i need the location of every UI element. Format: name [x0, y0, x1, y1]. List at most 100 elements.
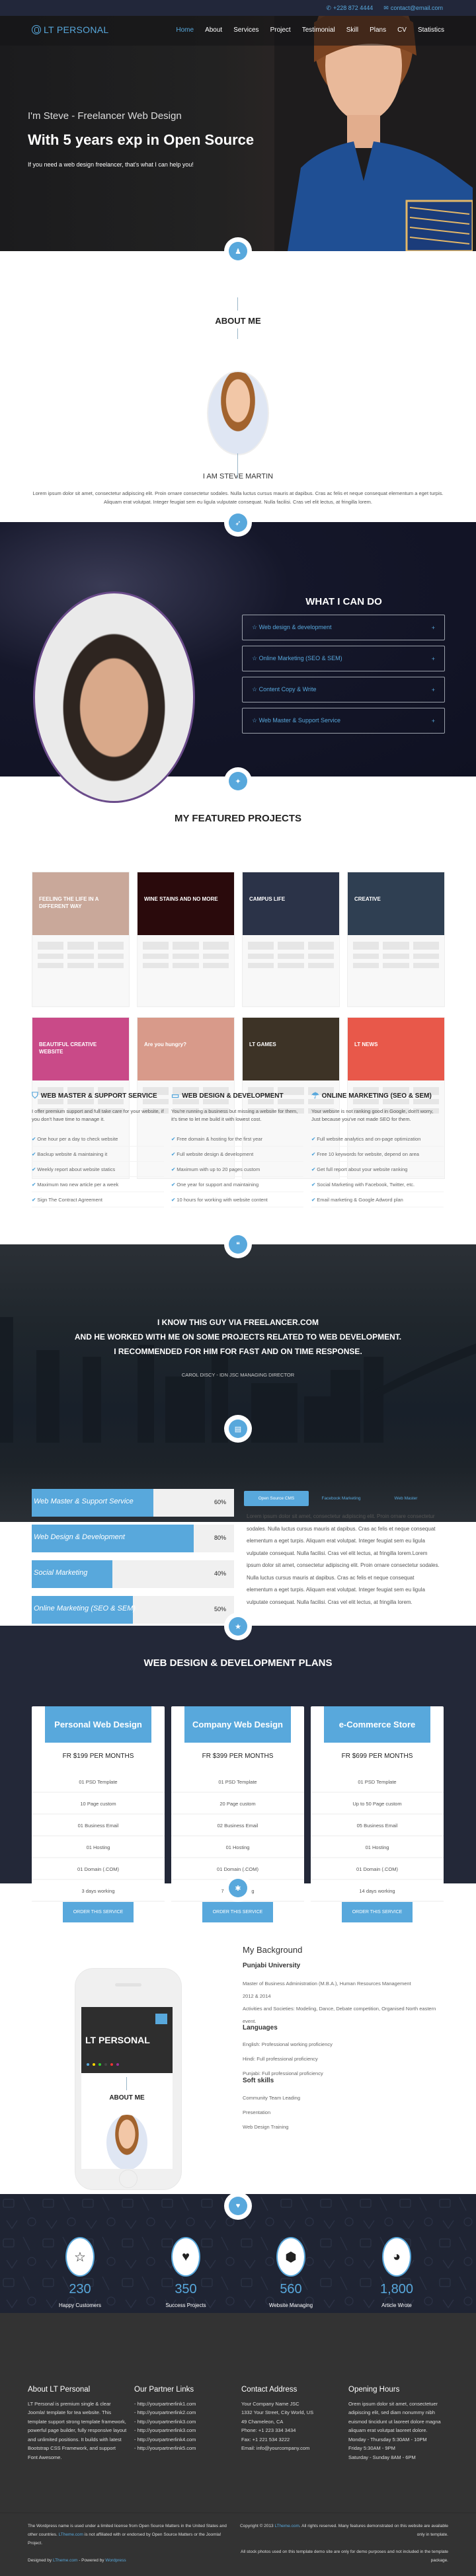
topbar-phone[interactable]: ✆ +228 872 4444	[326, 5, 373, 12]
project-card[interactable]: CREATIVE	[347, 872, 445, 1007]
nav-item-plans[interactable]: Plans	[370, 26, 386, 34]
stat-label: Website Managing	[268, 2302, 313, 2308]
skill-label: Social Marketing	[34, 1569, 88, 1577]
lightbulb-icon: ✦	[229, 772, 247, 790]
section-divider-testimonial[interactable]: ❝	[224, 1231, 252, 1258]
contact-line: 1332 Your Street, City World, US	[241, 2409, 314, 2415]
service-feature: ✔ 10 hours for working with website conte…	[171, 1192, 303, 1207]
contact-line: Email: info@yourcompany.com	[241, 2445, 310, 2451]
skill-bar: Social Marketing 40%	[32, 1560, 234, 1588]
plan-price: FR $199 PER MONTHS	[62, 1753, 134, 1760]
stat-item: ♥ 350 Success Projects	[133, 2237, 239, 2308]
preview-block	[38, 963, 64, 968]
contact-line: Your Company Name JSC	[241, 2400, 299, 2407]
nav-item-testimonial[interactable]: Testimonial	[302, 26, 335, 34]
section-divider-stats[interactable]: ♥	[224, 2192, 252, 2220]
order-button[interactable]: ORDER THIS SERVICE	[342, 1902, 413, 1922]
check-icon: ✔	[32, 1166, 36, 1172]
section-divider-skills[interactable]: ▤	[224, 1415, 252, 1443]
testimonial-quote: I KNOW THIS GUY VIA FREELANCER.COM AND H…	[74, 1318, 402, 1356]
feature-text: Social Marketing with Facebook, Twitter,…	[317, 1182, 415, 1188]
preview-block	[97, 963, 124, 968]
wordpress-link[interactable]: Wordpress	[105, 2558, 126, 2563]
service-title: ☂ ONLINE MARKETING (SEO & SEM)	[311, 1090, 444, 1101]
section-divider-plans[interactable]: ★	[224, 1612, 252, 1640]
feature-text: Sign The Contract Agreement	[37, 1197, 102, 1203]
preview-block	[202, 954, 229, 959]
nav-item-services[interactable]: Services	[233, 26, 258, 34]
plans-title: WEB DESIGN & DEVELOPMENT PLANS	[143, 1657, 333, 1669]
plus-icon[interactable]: +	[432, 625, 435, 631]
testimonial-section: I KNOW THIS GUY VIA FREELANCER.COM AND H…	[0, 1244, 476, 1522]
service-feature: ✔ Email marketing & Google Adword plan	[311, 1192, 444, 1207]
tab-web-master[interactable]: Web Master	[374, 1491, 438, 1506]
nav-item-about[interactable]: About	[205, 26, 222, 34]
section-divider-about[interactable]: ♟	[224, 237, 252, 265]
hero-title: With 5 years exp in Open Source	[28, 132, 255, 148]
order-button[interactable]: ORDER THIS SERVICE	[63, 1902, 134, 1922]
service-feature: ✔ Get full report about your website rank…	[311, 1162, 444, 1177]
tab-facebook-marketing[interactable]: Facebook Marketing	[309, 1491, 374, 1506]
section-divider-cv[interactable]: ✱	[224, 1874, 252, 1902]
partner-link[interactable]: - http://yourpartnerlink3.com	[134, 2426, 233, 2435]
order-button[interactable]: ORDER THIS SERVICE	[202, 1902, 273, 1922]
preview-block	[353, 954, 379, 959]
nav-item-cv[interactable]: CV	[397, 26, 407, 34]
star-outline-icon: ☆	[252, 624, 259, 630]
preview-block	[38, 954, 64, 959]
skill-percent: 60%	[214, 1499, 226, 1505]
what-i-can-do-title: WHAT I CAN DO	[305, 596, 382, 607]
check-icon: ✔	[311, 1197, 316, 1203]
nav-item-home[interactable]: Home	[176, 26, 194, 34]
partner-link[interactable]: - http://yourpartnerlink3.com	[134, 2417, 233, 2427]
service-feature: ✔ One hour per a day to check website	[32, 1131, 164, 1147]
accordion-item[interactable]: ☆ Web design & development +	[242, 615, 445, 640]
check-icon: ✔	[311, 1182, 316, 1188]
nav-item-project[interactable]: Project	[270, 26, 291, 34]
project-caption: CREATIVE	[354, 896, 381, 902]
preview-block	[413, 942, 439, 950]
topbar-email[interactable]: ✉ contact@email.com	[383, 5, 443, 12]
skill-percent: 50%	[214, 1606, 226, 1612]
feature-text: Maximum with up to 20 pages custom	[177, 1166, 260, 1172]
partner-link[interactable]: - http://yourpartnerlink4.com	[134, 2435, 233, 2444]
section-divider-services[interactable]: ➶	[224, 509, 252, 537]
footer-contact: Contact Address Your Company Name JSC 133…	[241, 2386, 340, 2453]
copyright-link[interactable]: LTheme.com	[274, 2524, 299, 2528]
plan-feature: Up to 50 Page custom	[311, 1793, 444, 1815]
service-title-text: ONLINE MARKETING (SEO & SEM)	[321, 1092, 432, 1100]
ltheme-link[interactable]: LTheme.com	[59, 2532, 83, 2537]
preview-block	[248, 963, 274, 968]
cv-soft-skill: Web Design Training	[243, 2124, 289, 2130]
preview-block	[413, 954, 439, 959]
logo-icon	[32, 25, 41, 34]
nav-item-skill[interactable]: Skill	[346, 26, 358, 34]
rocket-icon: ➶	[229, 513, 247, 532]
project-card[interactable]: WINE STAINS AND NO MORE	[137, 872, 235, 1007]
accordion-item[interactable]: ☆ Web Master & Support Service +	[242, 708, 445, 734]
tab-open-source-cms[interactable]: Open Source CMS	[244, 1491, 309, 1506]
partner-link[interactable]: - http://yourpartnerlink2.com	[134, 2408, 233, 2417]
star-icon: ☆	[65, 2237, 95, 2277]
partner-link[interactable]: - http://yourpartnerlink5.com	[134, 2444, 233, 2453]
plan-feature: 14 days working	[311, 1880, 444, 1902]
site-logo[interactable]: LT PERSONAL	[32, 24, 108, 35]
service-description: I offer premium support and full take ca…	[32, 1108, 164, 1122]
umbrella-icon: ☂	[311, 1090, 319, 1100]
section-divider-projects[interactable]: ✦	[224, 767, 252, 795]
plus-icon[interactable]: +	[432, 656, 435, 662]
accordion-item[interactable]: ☆ Content Copy & Write +	[242, 677, 445, 702]
project-card[interactable]: CAMPUS LIFE	[242, 872, 340, 1007]
skill-bar: Web Design & Development 80%	[32, 1525, 234, 1552]
project-screenshot: CAMPUS LIFE	[243, 872, 339, 935]
skill-bar: Web Master & Support Service 60%	[32, 1489, 234, 1517]
accordion-item[interactable]: ☆ Online Marketing (SEO & SEM) +	[242, 646, 445, 671]
project-card[interactable]: FEELING THE LIFE IN A DIFFERENT WAY	[32, 872, 130, 1007]
service-feature: ✔ Weekly report about website statics	[32, 1162, 164, 1177]
designer-link[interactable]: LTheme.com	[53, 2558, 77, 2563]
plus-icon[interactable]: +	[432, 687, 435, 693]
plus-icon[interactable]: +	[432, 718, 435, 724]
nav-item-statistics[interactable]: Statistics	[418, 26, 444, 34]
preview-block	[383, 954, 409, 959]
partner-link[interactable]: - http://yourpartnerlink1.com	[134, 2400, 233, 2409]
